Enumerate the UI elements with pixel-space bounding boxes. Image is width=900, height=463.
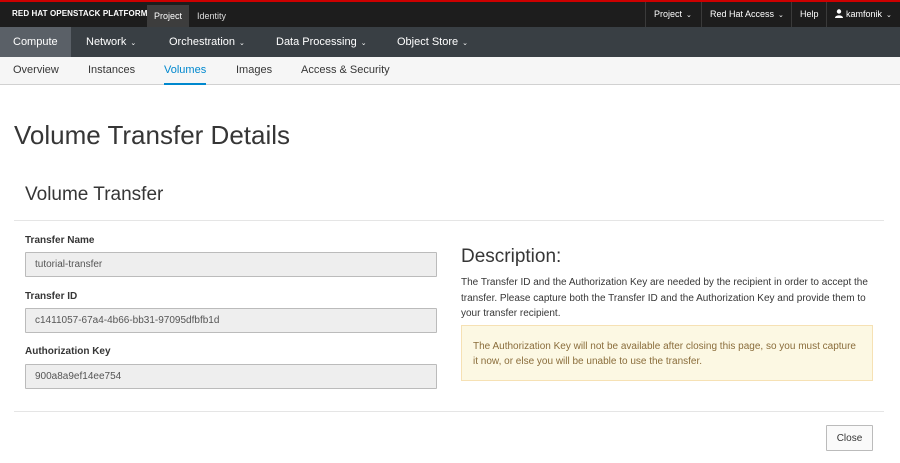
sub-nav-access-security[interactable]: Access & Security — [301, 57, 390, 85]
main-nav-label: Orchestration — [169, 36, 236, 48]
red-hat-access-label: Red Hat Access — [710, 9, 775, 19]
main-nav-label: Object Store — [397, 36, 459, 48]
authorization-key-field[interactable] — [25, 364, 437, 389]
main-nav-label: Compute — [13, 36, 58, 48]
chevron-down-icon: ⌄ — [886, 12, 892, 19]
red-hat-access-dropdown[interactable]: Red Hat Access ⌄ — [701, 2, 792, 27]
description-title: Description: — [461, 246, 562, 267]
main-nav-label: Data Processing — [276, 36, 357, 48]
warning-text: The Authorization Key will not be availa… — [473, 341, 856, 367]
help-label: Help — [800, 9, 819, 19]
page-title: Volume Transfer Details — [14, 120, 291, 150]
chevron-down-icon: ⌄ — [130, 40, 137, 47]
transfer-name-label: Transfer Name — [25, 235, 95, 246]
transfer-id-label: Transfer ID — [25, 291, 78, 302]
help-link[interactable]: Help — [791, 2, 827, 27]
main-nav-orchestration[interactable]: Orchestration ⌄ — [156, 27, 258, 57]
main-nav-object-store[interactable]: Object Store ⌄ — [384, 27, 481, 57]
sub-nav-images[interactable]: Images — [236, 57, 272, 85]
transfer-id-field[interactable] — [25, 308, 437, 333]
user-name: kamfonik — [846, 9, 883, 19]
chevron-down-icon: ⌄ — [462, 40, 469, 47]
project-dropdown[interactable]: Project ⌄ — [645, 2, 700, 27]
sub-nav-overview[interactable]: Overview — [13, 57, 59, 85]
sub-nav-volumes[interactable]: Volumes — [164, 57, 207, 85]
tab-identity[interactable]: Identity — [190, 5, 233, 27]
main-nav-label: Network — [86, 36, 127, 48]
main-nav-compute[interactable]: Compute — [0, 27, 71, 57]
divider — [14, 220, 884, 221]
top-bar: RED HAT OPENSTACK PLATFORM Project Ident… — [0, 0, 900, 27]
sub-nav-instances[interactable]: Instances — [88, 57, 135, 85]
chevron-down-icon: ⌄ — [239, 40, 245, 47]
transfer-name-field[interactable] — [25, 252, 437, 277]
brand-logo: RED HAT OPENSTACK PLATFORM — [12, 9, 148, 18]
chevron-down-icon: ⌄ — [360, 40, 367, 47]
authorization-key-label: Authorization Key — [25, 346, 111, 357]
close-button[interactable]: Close — [826, 425, 873, 451]
main-nav-data-processing[interactable]: Data Processing ⌄ — [263, 27, 380, 57]
divider — [14, 411, 884, 412]
chevron-down-icon: ⌄ — [686, 12, 692, 19]
description-text: The Transfer ID and the Authorization Ke… — [461, 277, 868, 319]
main-nav: Compute Network ⌄ Orchestration ⌄ Data Pro… — [0, 27, 900, 57]
sub-nav: Overview Instances Volumes Images Access… — [0, 57, 900, 85]
chevron-down-icon: ⌄ — [778, 12, 784, 19]
modal-title: Volume Transfer — [25, 184, 164, 205]
warning-alert: The Authorization Key will not be availa… — [461, 325, 873, 381]
tab-project[interactable]: Project — [147, 5, 190, 27]
user-icon — [835, 9, 843, 18]
project-dropdown-label: Project — [654, 9, 683, 19]
main-nav-network[interactable]: Network ⌄ — [73, 27, 149, 57]
user-dropdown[interactable]: kamfonik ⌄ — [826, 2, 900, 27]
